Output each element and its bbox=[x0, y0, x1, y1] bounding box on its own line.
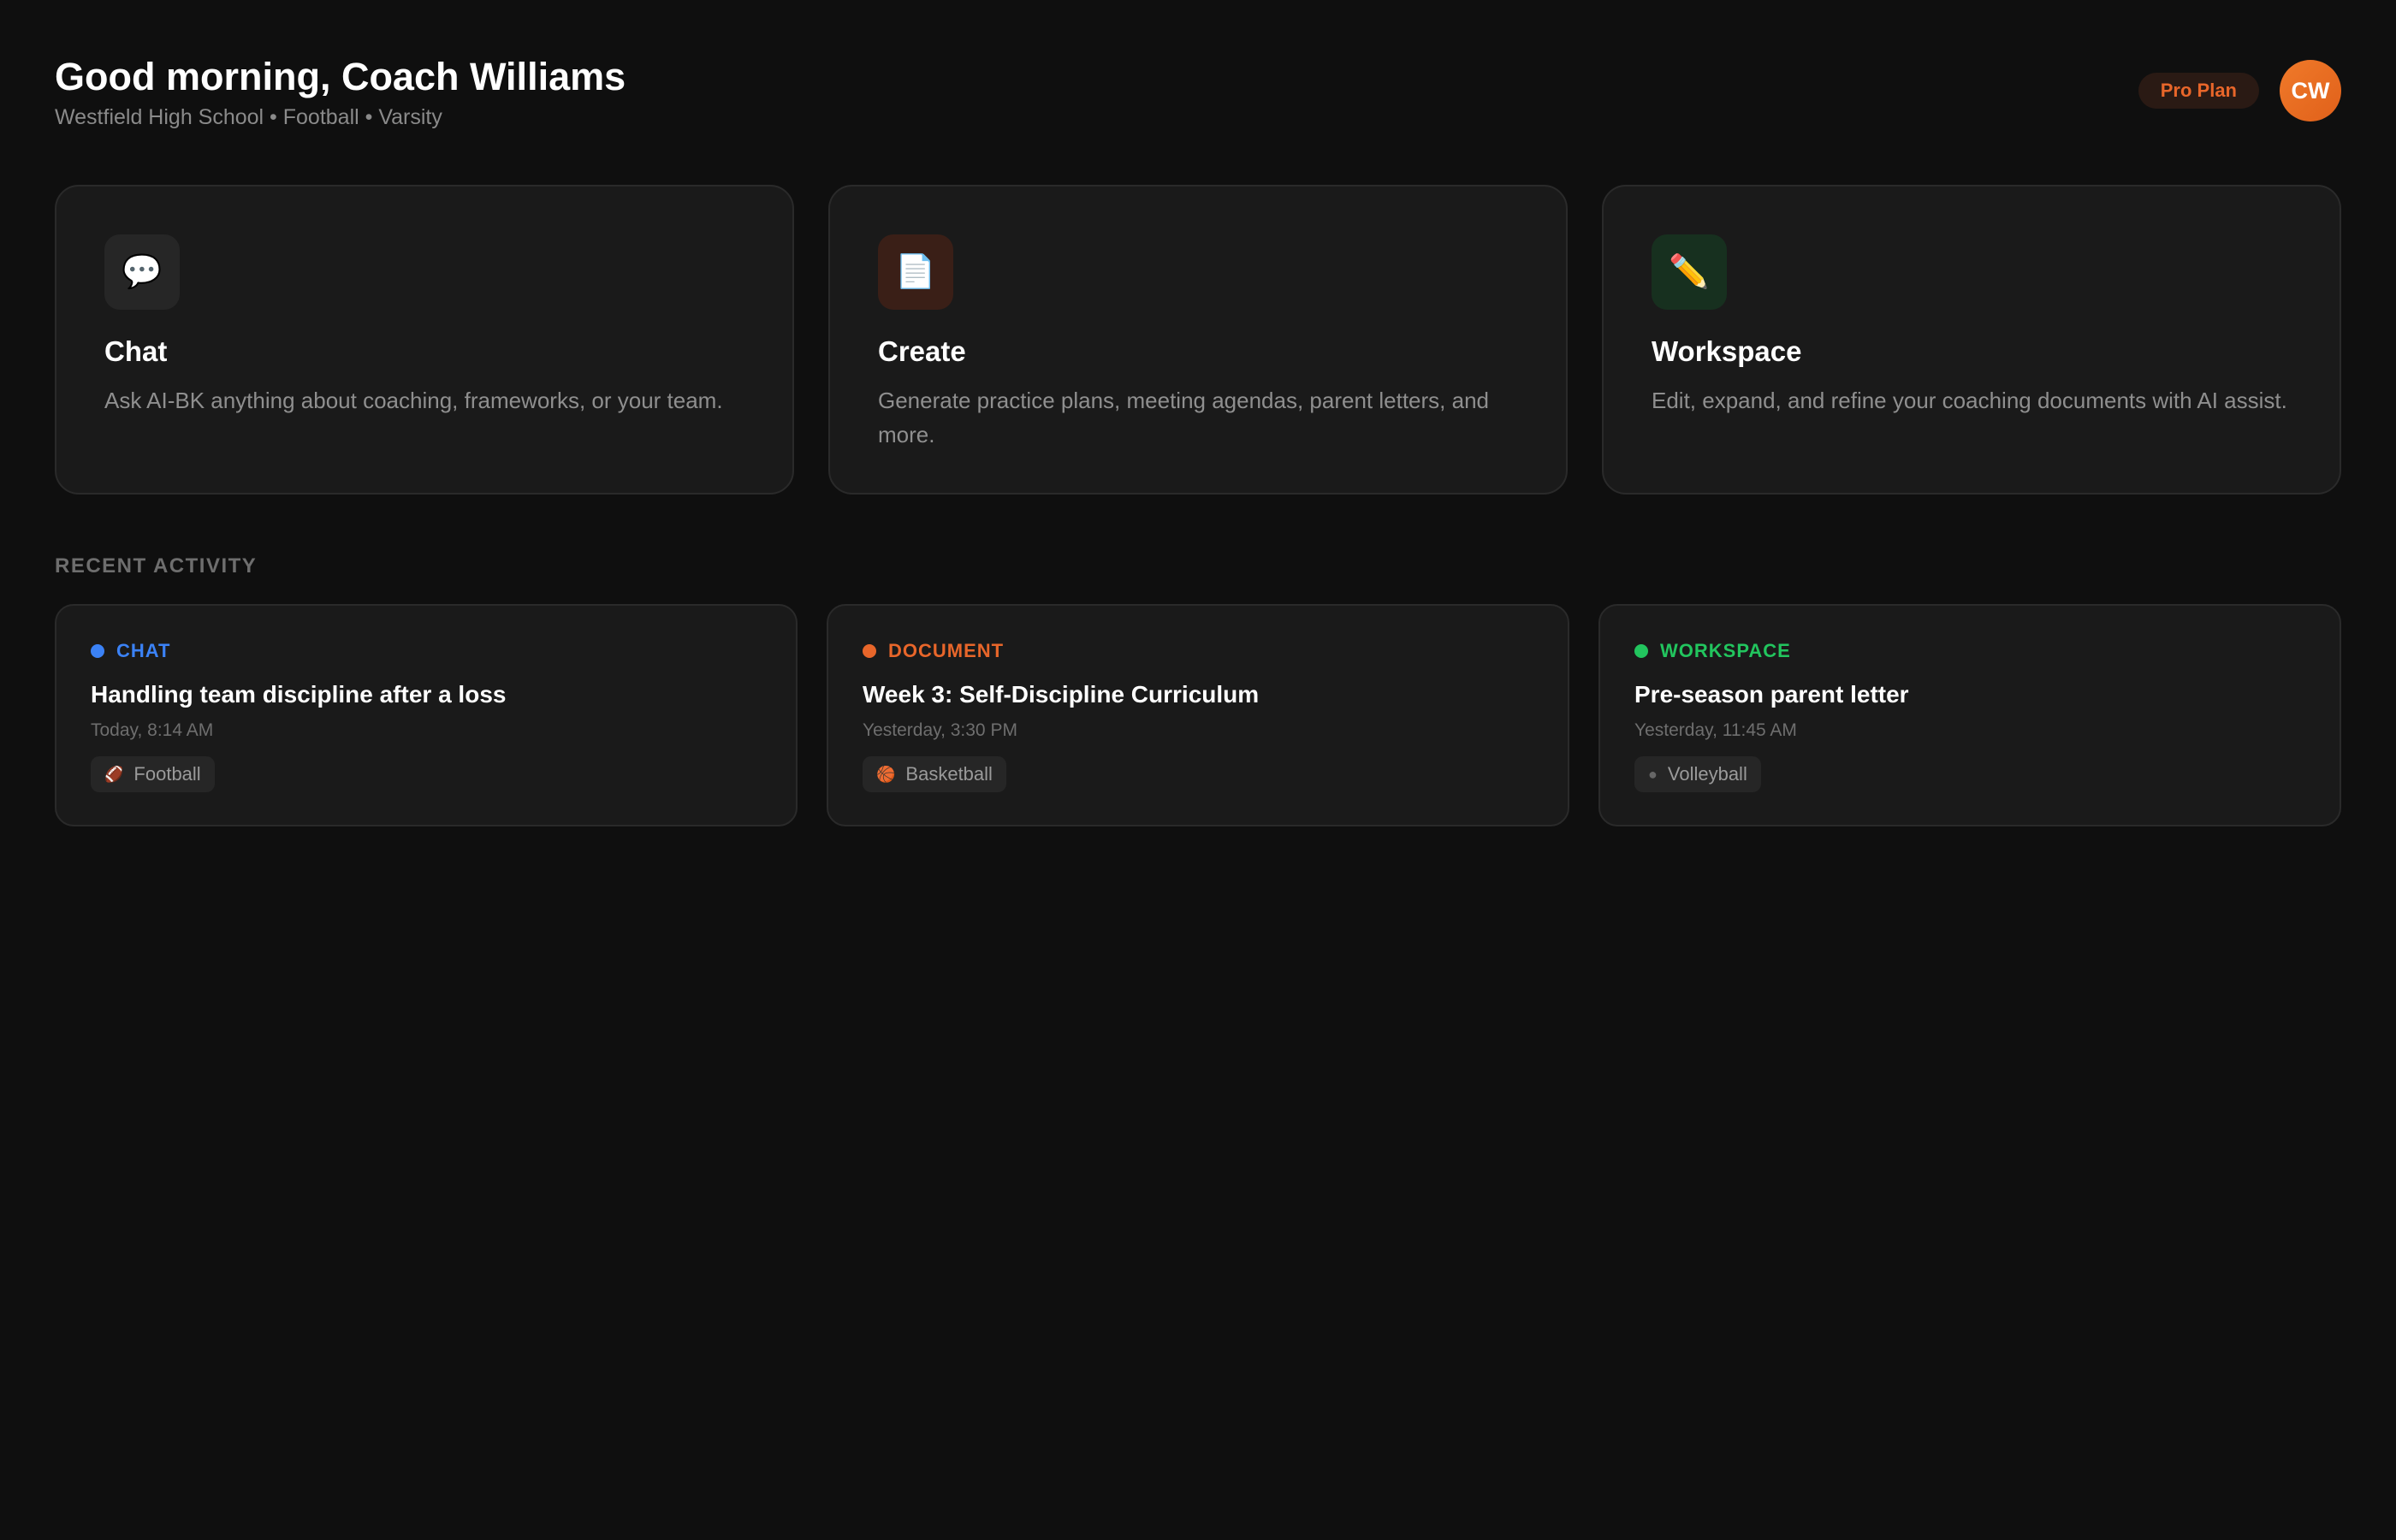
type-label: WORKSPACE bbox=[1660, 640, 1791, 661]
recent-activity-heading: RECENT ACTIVITY bbox=[55, 554, 258, 578]
recent-item-document[interactable]: DOCUMENT Week 3: Self-Discipline Curricu… bbox=[827, 604, 1569, 826]
type-row: WORKSPACE bbox=[1634, 640, 2305, 662]
sport-tag-label: Football bbox=[133, 763, 201, 785]
dashboard-page: Good morning, Coach Williams Westfield H… bbox=[0, 0, 2396, 1540]
header: Good morning, Coach Williams Westfield H… bbox=[55, 55, 2341, 130]
chat-bubble-icon: 💬 bbox=[104, 234, 180, 310]
type-label: CHAT bbox=[116, 640, 171, 661]
sport-tag-label: Volleyball bbox=[1667, 763, 1747, 785]
chat-card-description: Ask AI-BK anything about coaching, frame… bbox=[104, 388, 723, 413]
recent-activity-list: CHAT Handling team discipline after a lo… bbox=[55, 604, 2341, 826]
team-subtitle: Westfield High School • Football • Varsi… bbox=[55, 105, 442, 129]
header-right: Pro Plan CW bbox=[2138, 60, 2341, 121]
type-dot bbox=[863, 644, 876, 658]
create-card[interactable]: 📄 Create Generate practice plans, meetin… bbox=[828, 185, 1568, 495]
recent-item-timestamp: Yesterday, 3:30 PM bbox=[863, 720, 1017, 740]
recent-item-timestamp: Yesterday, 11:45 AM bbox=[1634, 720, 1797, 740]
create-card-description: Generate practice plans, meeting agendas… bbox=[878, 388, 1489, 447]
sport-tag: ● Volleyball bbox=[1634, 756, 1761, 792]
header-left: Good morning, Coach Williams Westfield H… bbox=[55, 55, 626, 130]
chat-card[interactable]: 💬 Chat Ask AI-BK anything about coaching… bbox=[55, 185, 794, 495]
type-dot bbox=[91, 644, 104, 658]
recent-item-timestamp: Today, 8:14 AM bbox=[91, 720, 214, 740]
document-icon: 📄 bbox=[878, 234, 953, 310]
type-row: CHAT bbox=[91, 640, 762, 662]
type-row: DOCUMENT bbox=[863, 640, 1533, 662]
plan-badge[interactable]: Pro Plan bbox=[2138, 73, 2259, 109]
football-icon: 🏈 bbox=[104, 766, 124, 783]
workspace-card[interactable]: ✏️ Workspace Edit, expand, and refine yo… bbox=[1602, 185, 2341, 495]
recent-item-title: Week 3: Self-Discipline Curriculum bbox=[863, 681, 1260, 708]
greeting-title: Good morning, Coach Williams bbox=[55, 55, 626, 98]
basketball-icon: 🏀 bbox=[876, 766, 896, 783]
avatar[interactable]: CW bbox=[2280, 60, 2341, 121]
pencil-icon: ✏️ bbox=[1652, 234, 1727, 310]
action-cards: 💬 Chat Ask AI-BK anything about coaching… bbox=[55, 185, 2341, 495]
volleyball-icon: ● bbox=[1648, 766, 1658, 783]
recent-item-workspace[interactable]: WORKSPACE Pre-season parent letter Yeste… bbox=[1598, 604, 2341, 826]
sport-tag-label: Basketball bbox=[905, 763, 993, 785]
recent-item-title: Handling team discipline after a loss bbox=[91, 681, 507, 708]
create-card-title: Create bbox=[878, 335, 966, 367]
type-dot bbox=[1634, 644, 1648, 658]
sport-tag: 🏈 Football bbox=[91, 756, 215, 792]
chat-card-title: Chat bbox=[104, 335, 168, 367]
sport-tag: 🏀 Basketball bbox=[863, 756, 1006, 792]
workspace-card-description: Edit, expand, and refine your coaching d… bbox=[1652, 388, 2287, 413]
type-label: DOCUMENT bbox=[888, 640, 1005, 661]
workspace-card-title: Workspace bbox=[1652, 335, 1802, 367]
recent-item-title: Pre-season parent letter bbox=[1634, 681, 1909, 708]
recent-item-chat[interactable]: CHAT Handling team discipline after a lo… bbox=[55, 604, 798, 826]
